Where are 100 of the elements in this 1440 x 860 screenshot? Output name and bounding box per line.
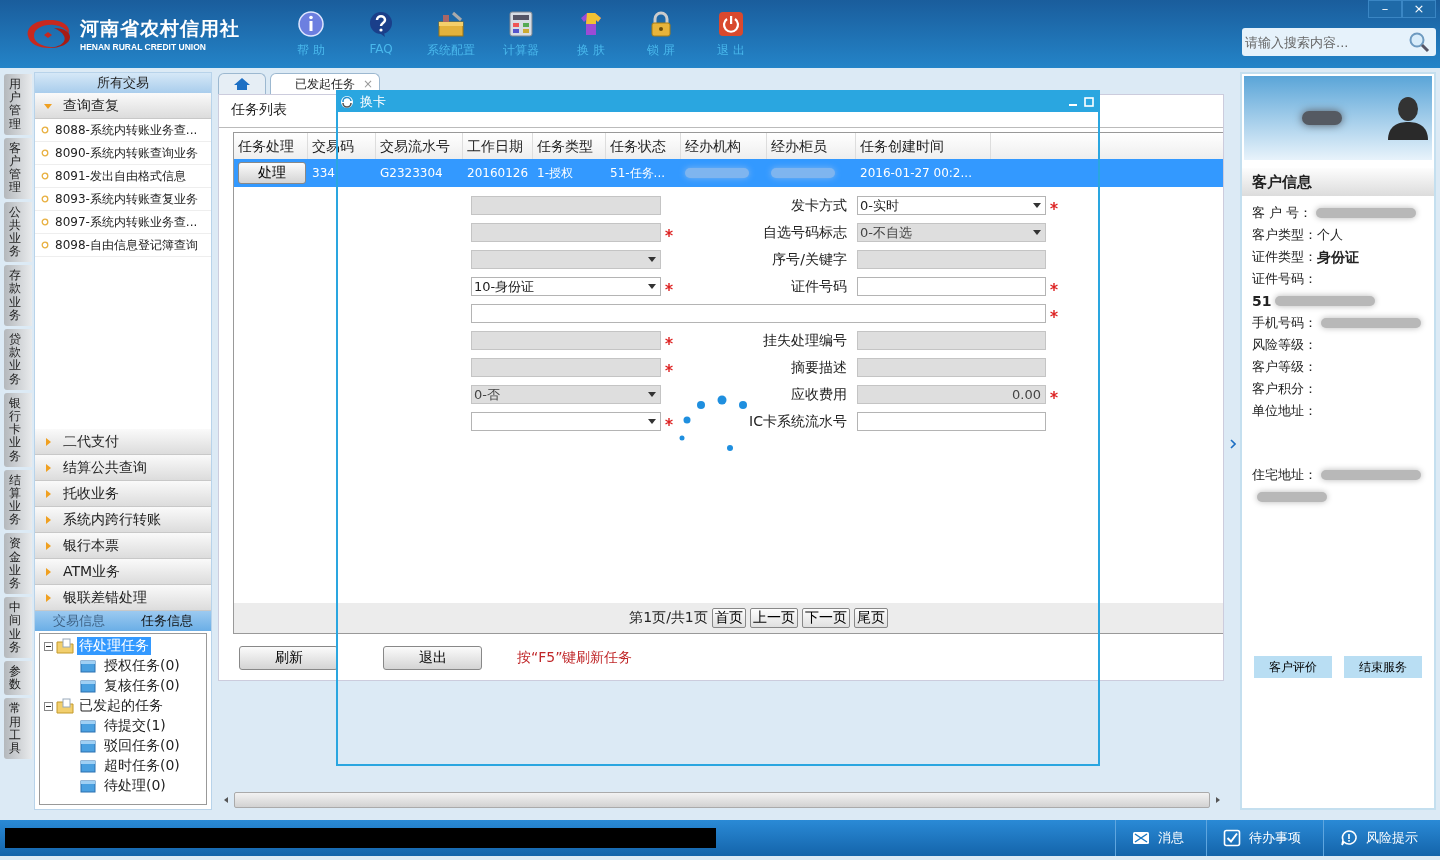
input-field[interactable] [857, 277, 1046, 296]
input-field[interactable] [471, 304, 1046, 323]
panel-tab[interactable]: 任务信息 [123, 611, 211, 631]
module-tab[interactable]: 银行卡业务 [4, 392, 32, 467]
sidebar-header: 所有交易 [35, 73, 211, 93]
process-button[interactable]: 处理 [238, 162, 306, 184]
folder-icon [80, 719, 96, 733]
dropdown[interactable]: 0-实时 [857, 196, 1046, 215]
dropdown[interactable]: 10-身份证 [471, 277, 661, 296]
folder-icon [80, 759, 96, 773]
transaction-item[interactable]: 8088-系统内转账业务查... [35, 119, 211, 142]
module-tab[interactable]: 贷款业务 [4, 329, 32, 390]
transaction-item[interactable]: 8091-发出自由格式信息 [35, 165, 211, 188]
field-value: 个人 [1317, 226, 1343, 244]
module-tab[interactable]: 结算业务 [4, 469, 32, 531]
page-tab[interactable]: 已发起任务 × [270, 73, 381, 94]
scroll-left-icon[interactable] [222, 796, 230, 804]
folder-icon [80, 779, 96, 793]
bullet-icon [41, 218, 49, 226]
status-button[interactable]: 消息 [1115, 820, 1206, 856]
caret-right-icon [43, 462, 53, 473]
customer-button[interactable]: 结束服务 [1344, 656, 1422, 678]
pager-button[interactable]: 上一页 [749, 608, 798, 628]
module-tab[interactable]: 用户管理 [4, 74, 32, 135]
tree-node[interactable]: 已发起的任务 [77, 697, 165, 715]
table-cell-text: 51-任务... [609, 164, 667, 182]
caret-right-icon [43, 566, 53, 577]
group-header[interactable]: 银行本票 [35, 533, 211, 559]
field-label: 摘要描述 [790, 358, 847, 377]
minimize-button[interactable]: – [1368, 0, 1402, 18]
module-tab[interactable]: 参数 [4, 660, 32, 696]
field-value: 51 [1252, 292, 1272, 311]
calculator-icon [507, 10, 535, 38]
info-icon [297, 10, 325, 38]
folder-icon [80, 739, 96, 753]
home-tab[interactable] [218, 73, 266, 94]
transaction-item[interactable]: 8097-系统内转账业务查... [35, 211, 211, 234]
bullet-icon [41, 172, 49, 180]
table-cell-text: 1-授权 [536, 164, 574, 182]
checkbox-icon [1223, 829, 1241, 847]
redacted-value [771, 168, 835, 178]
transaction-item[interactable]: 8093-系统内转账查复业务 [35, 188, 211, 211]
redacted-name [1302, 111, 1342, 125]
pager-button[interactable]: 尾页 [853, 608, 888, 628]
field-label: 证件类型： [1252, 248, 1317, 266]
collapse-icon[interactable] [44, 641, 53, 651]
field-label: 序号/关键字 [771, 250, 847, 269]
module-tab[interactable]: 资金业务 [4, 533, 32, 595]
module-tab[interactable]: 存款业务 [4, 265, 32, 326]
scroll-right-icon[interactable] [1214, 796, 1222, 804]
caret-icon [648, 257, 656, 262]
caret-icon [1033, 203, 1041, 208]
caret-right-icon [43, 436, 53, 447]
group-header[interactable]: 托收业务 [35, 481, 211, 507]
home-icon [233, 77, 251, 91]
search-field[interactable]: 请输入搜索内容... [1242, 28, 1436, 56]
collapse-icon[interactable] [44, 701, 53, 711]
module-tab[interactable]: 中间业务 [4, 597, 32, 658]
pager-button[interactable]: 下一页 [801, 608, 850, 628]
tree-node[interactable]: 超时任务(0) [102, 757, 182, 775]
group-header[interactable]: 银联差错处理 [35, 585, 211, 611]
card-swap-icon [340, 95, 354, 109]
status-button[interactable]: 待办事项 [1206, 820, 1323, 856]
transaction-item[interactable]: 8098-自由信息登记簿查询 [35, 234, 211, 257]
table-cell-text: 334 [311, 166, 336, 180]
action-button[interactable]: 退出 [383, 646, 482, 670]
group-header[interactable]: 二代支付 [35, 429, 211, 455]
search-icon[interactable] [1408, 31, 1430, 53]
table-row[interactable]: 处理 334 G2323304 20160126 1-授权 51-任务... 2016-01-27 00:2... [234, 159, 1223, 187]
group-header[interactable]: 查询查复 [35, 93, 211, 119]
question-icon [367, 10, 395, 38]
tree-node[interactable]: 复核任务(0) [102, 677, 182, 695]
tree-node[interactable]: 待提交(1) [102, 717, 168, 735]
status-button[interactable]: 风险提示 [1323, 820, 1440, 856]
close-button[interactable]: × [1402, 0, 1436, 18]
logo-title: 河南省农村信用社 [80, 16, 240, 41]
bullet-icon [41, 126, 49, 134]
group-header[interactable]: ATM业务 [35, 559, 211, 585]
customer-button[interactable]: 客户评价 [1254, 656, 1332, 678]
transaction-item[interactable]: 8090-系统内转账查询业务 [35, 142, 211, 165]
module-tab[interactable]: 常用工具 [4, 698, 32, 760]
action-button[interactable]: 刷新 [239, 646, 338, 670]
module-tab[interactable]: 公共业务 [4, 201, 32, 263]
field-label: 手机号码： [1252, 314, 1317, 332]
dropdown[interactable] [471, 412, 661, 431]
bullet-icon [41, 195, 49, 203]
tree-node[interactable]: 驳回任务(0) [102, 737, 182, 755]
group-header[interactable]: 系统内跨行转账 [35, 507, 211, 533]
pager-button[interactable]: 首页 [711, 608, 746, 628]
field-label: 应收费用 [790, 385, 847, 404]
tree-node[interactable]: 授权任务(0) [102, 657, 182, 675]
module-tab[interactable]: 客户管理 [4, 137, 32, 199]
tree-node[interactable]: 待处理(0) [102, 777, 168, 795]
field-label: 客户等级： [1252, 358, 1317, 376]
redacted-value [1257, 492, 1327, 502]
group-header[interactable]: 结算公共查询 [35, 455, 211, 481]
field-label: 单位地址： [1252, 402, 1317, 420]
caret-icon [648, 392, 656, 397]
input-field[interactable] [857, 412, 1046, 431]
maximize-icon[interactable] [1084, 97, 1094, 107]
